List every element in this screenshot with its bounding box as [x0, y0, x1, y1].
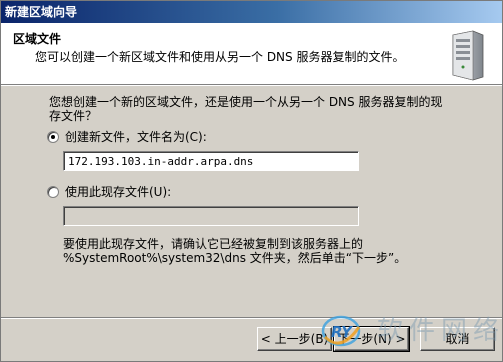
- header-title: 区域文件: [13, 32, 62, 46]
- back-button[interactable]: < 上一步(B): [257, 327, 332, 351]
- question-text: 您想创建一个新的区域文件，还是使用一个从另一个 DNS 服务器复制的现存文件？: [49, 95, 443, 123]
- use-existing-radio[interactable]: [47, 185, 59, 198]
- use-existing-label[interactable]: 使用此现存文件(U):: [65, 183, 171, 200]
- existing-filename-input: [63, 206, 359, 226]
- new-zone-wizard-window: 新建区域向导 区域文件 您可以创建一个新区域文件和使用从另一个 DNS 服务器复…: [0, 0, 503, 362]
- server-icon: [452, 30, 484, 81]
- header-divider: [1, 85, 502, 86]
- next-button[interactable]: 下一步(N) >: [333, 326, 410, 352]
- wizard-header: 区域文件 您可以创建一个新区域文件和使用从另一个 DNS 服务器复制的文件。: [1, 23, 502, 85]
- title-bar[interactable]: 新建区域向导: [1, 1, 502, 23]
- cancel-button[interactable]: 取消: [420, 327, 495, 351]
- option-create-new-file[interactable]: 创建新文件，文件名为(C):: [47, 128, 207, 145]
- existing-file-note: 要使用此现存文件，请确认它已经被复制到该服务器上的 %SystemRoot%\s…: [63, 237, 407, 265]
- create-new-radio[interactable]: [47, 130, 59, 143]
- new-filename-input[interactable]: 172.193.103.in-addr.arpa.dns: [63, 151, 359, 171]
- header-subtitle: 您可以创建一个新区域文件和使用从另一个 DNS 服务器复制的文件。: [35, 50, 405, 64]
- window-title: 新建区域向导: [5, 5, 78, 19]
- option-use-existing-file[interactable]: 使用此现存文件(U):: [47, 183, 171, 200]
- create-new-label[interactable]: 创建新文件，文件名为(C):: [65, 128, 207, 145]
- footer-divider: [1, 317, 502, 319]
